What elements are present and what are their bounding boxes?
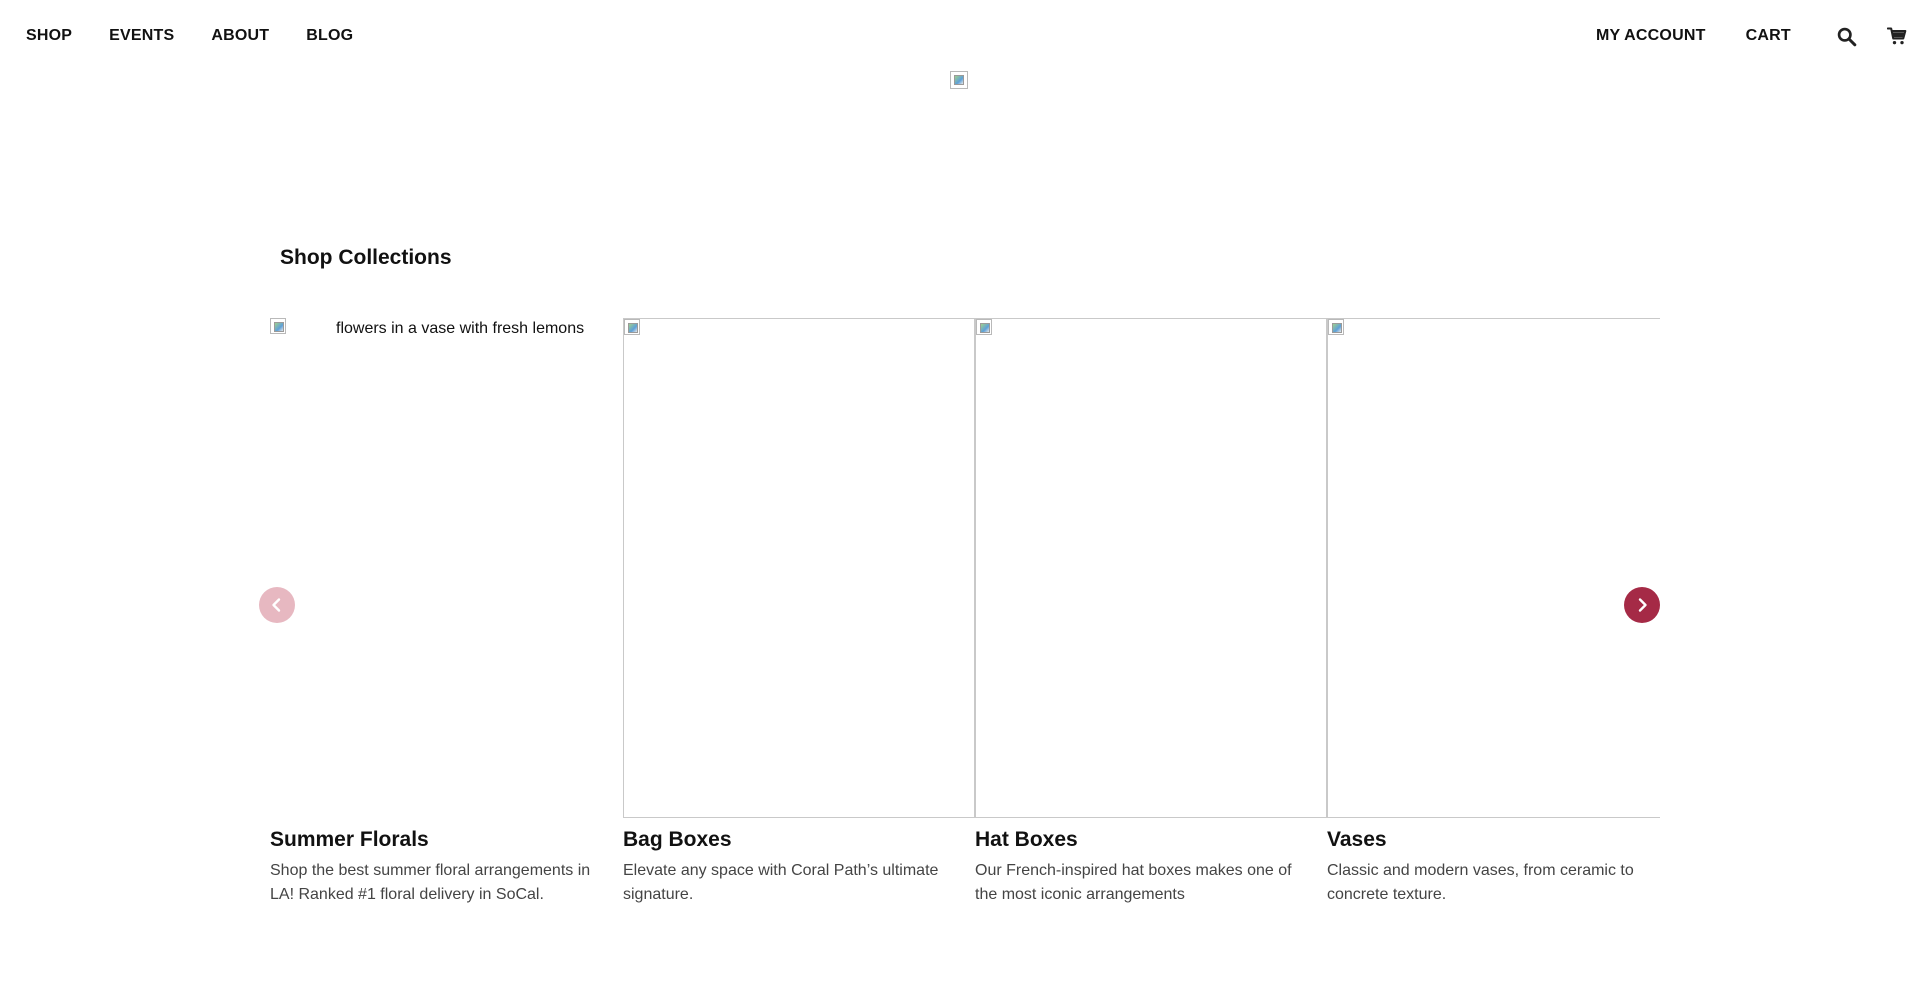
primary-nav: SHOP EVENTS ABOUT BLOG (26, 26, 353, 46)
collection-description: Classic and modern vases, from ceramic t… (1327, 862, 1634, 903)
search-button[interactable] (1834, 24, 1858, 48)
nav-my-account[interactable]: MY ACCOUNT (1596, 26, 1706, 46)
image-alt-text: flowers in a vase with fresh lemons (336, 320, 585, 337)
collection-title[interactable]: Hat Boxes (975, 827, 1078, 853)
nav-cart[interactable]: CART (1746, 26, 1791, 46)
collection-card-hat-boxes[interactable]: Hat Boxes Our French-inspired hat boxes … (975, 318, 1327, 918)
collection-title[interactable]: Summer Florals (270, 827, 429, 853)
search-icon (1837, 27, 1856, 46)
nav-about[interactable]: ABOUT (211, 26, 269, 46)
cart-icon-button[interactable] (1885, 24, 1909, 48)
broken-image-icon (624, 319, 640, 335)
broken-image-icon (270, 318, 286, 334)
collection-description: Elevate any space with Coral Path’s ulti… (623, 862, 939, 903)
collection-description: Shop the best summer floral arrangements… (270, 862, 591, 903)
collection-card-vases[interactable]: Vases Classic and modern vases, from cer… (1327, 318, 1660, 918)
collection-card-summer-florals[interactable]: flowers in a vase with fresh lemons Summ… (270, 318, 622, 918)
broken-image-icon (976, 319, 992, 335)
collection-image[interactable] (975, 318, 1327, 818)
collection-image[interactable] (623, 318, 975, 818)
nav-blog[interactable]: BLOG (306, 26, 353, 46)
broken-image-icon (1328, 319, 1344, 335)
account-nav: MY ACCOUNT CART (1596, 26, 1791, 46)
site-logo[interactable] (950, 71, 968, 89)
collection-title[interactable]: Bag Boxes (623, 827, 732, 853)
chevron-left-icon (272, 598, 281, 612)
collection-image[interactable] (1327, 318, 1660, 818)
collection-title[interactable]: Vases (1327, 827, 1387, 853)
collection-description: Our French-inspired hat boxes makes one … (975, 862, 1292, 903)
shopping-cart-icon (1887, 27, 1907, 45)
site-header: SHOP EVENTS ABOUT BLOG MY ACCOUNT CART (0, 0, 1920, 89)
nav-events[interactable]: EVENTS (109, 26, 174, 46)
collections-carousel: flowers in a vase with fresh lemons Summ… (270, 318, 1660, 918)
section-title: Shop Collections (280, 246, 452, 269)
carousel-prev-button[interactable] (259, 587, 295, 623)
chevron-right-icon (1638, 598, 1647, 612)
nav-shop[interactable]: SHOP (26, 26, 72, 46)
carousel-next-button[interactable] (1624, 587, 1660, 623)
collection-image[interactable]: flowers in a vase with fresh lemons (270, 318, 622, 818)
collection-card-bag-boxes[interactable]: Bag Boxes Elevate any space with Coral P… (623, 318, 975, 918)
